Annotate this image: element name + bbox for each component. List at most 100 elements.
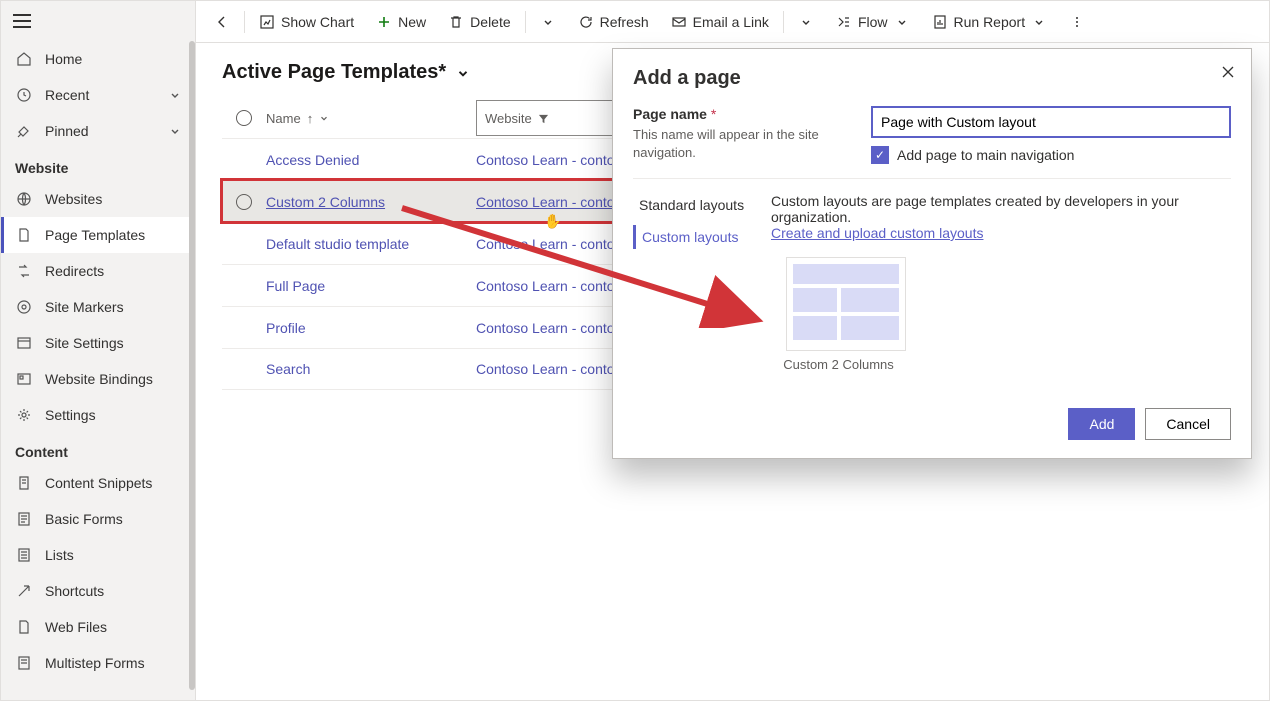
row-name-link[interactable]: Custom 2 Columns: [266, 194, 385, 210]
row-name-link[interactable]: Search: [266, 361, 310, 377]
page-name-input[interactable]: [871, 106, 1231, 138]
page-icon: [15, 226, 33, 244]
home-icon: [15, 50, 33, 68]
select-all-checkbox[interactable]: [236, 110, 252, 126]
refresh-icon: [578, 14, 594, 30]
show-chart-button[interactable]: Show Chart: [249, 6, 364, 38]
row-name-link[interactable]: Profile: [266, 320, 306, 336]
nav-shortcuts[interactable]: Shortcuts: [1, 573, 195, 609]
chevron-down-icon: [456, 66, 470, 80]
globe-icon: [15, 190, 33, 208]
overflow-button[interactable]: [1059, 6, 1095, 38]
close-button[interactable]: [1221, 65, 1235, 79]
email-split[interactable]: [788, 6, 824, 38]
delete-split[interactable]: [530, 6, 566, 38]
filter-icon: [538, 113, 549, 124]
nav-site-markers[interactable]: Site Markers: [1, 289, 195, 325]
column-header-name[interactable]: Name ↑: [266, 111, 476, 126]
add-nav-checkbox[interactable]: ✓: [871, 146, 889, 164]
nav-website-bindings-label: Website Bindings: [45, 371, 153, 387]
nav-website-bindings[interactable]: Website Bindings: [1, 361, 195, 397]
row-website-link[interactable]: Contoso Learn - conto…: [476, 320, 629, 336]
nav-recent[interactable]: Recent: [1, 77, 195, 113]
row-website-link[interactable]: Contoso Learn - conto…: [476, 361, 629, 377]
page-name-label: Page name: [633, 106, 707, 122]
row-website-link[interactable]: Contoso Learn - conto…: [476, 278, 629, 294]
page-name-help: This name will appear in the site naviga…: [633, 126, 853, 161]
add-button[interactable]: Add: [1068, 408, 1135, 440]
nav-content-snippets-label: Content Snippets: [45, 475, 152, 491]
nav-page-templates-label: Page Templates: [45, 227, 145, 243]
trash-icon: [448, 14, 464, 30]
row-website-link[interactable]: Contoso Learn - conto…: [476, 194, 629, 210]
nav-multistep-forms[interactable]: Multistep Forms: [1, 645, 195, 681]
refresh-button[interactable]: Refresh: [568, 6, 659, 38]
email-link-label: Email a Link: [693, 14, 769, 30]
form-icon: [15, 510, 33, 528]
separator: [525, 11, 526, 33]
nav-lists[interactable]: Lists: [1, 537, 195, 573]
email-link-button[interactable]: Email a Link: [661, 6, 779, 38]
new-button[interactable]: New: [366, 6, 436, 38]
sidebar-scrollbar[interactable]: [189, 41, 195, 690]
run-report-button[interactable]: Run Report: [922, 6, 1058, 38]
gear-icon: [15, 406, 33, 424]
row-website-link[interactable]: Contoso Learn - conto…: [476, 236, 629, 252]
row-name-link[interactable]: Access Denied: [266, 152, 359, 168]
hamburger-button[interactable]: [1, 1, 195, 41]
report-icon: [932, 14, 948, 30]
flow-icon: [836, 14, 852, 30]
refresh-label: Refresh: [600, 14, 649, 30]
nav-websites[interactable]: Websites: [1, 181, 195, 217]
row-name-link[interactable]: Full Page: [266, 278, 325, 294]
more-icon: [1069, 14, 1085, 30]
section-website: Website: [1, 149, 195, 181]
nav-websites-label: Websites: [45, 191, 102, 207]
show-chart-label: Show Chart: [281, 14, 354, 30]
add-nav-label: Add page to main navigation: [897, 147, 1074, 163]
nav-pinned[interactable]: Pinned: [1, 113, 195, 149]
nav-site-settings[interactable]: Site Settings: [1, 325, 195, 361]
row-website-link[interactable]: Contoso Learn - conto…: [476, 152, 629, 168]
column-name-label: Name: [266, 111, 301, 126]
chart-icon: [259, 14, 275, 30]
chevron-down-icon: [169, 89, 181, 101]
nav-site-markers-label: Site Markers: [45, 299, 124, 315]
nav-multistep-forms-label: Multistep Forms: [45, 655, 145, 671]
chevron-down-icon: [169, 125, 181, 137]
custom-layouts-description: Custom layouts are page templates create…: [771, 193, 1231, 225]
add-page-dialog: Add a page Page name * This name will ap…: [612, 48, 1252, 459]
new-label: New: [398, 14, 426, 30]
flow-button[interactable]: Flow: [826, 6, 920, 38]
nav-web-files-label: Web Files: [45, 619, 107, 635]
email-icon: [671, 14, 687, 30]
marker-icon: [15, 298, 33, 316]
nav-pinned-label: Pinned: [45, 123, 89, 139]
layout-card-custom-2-columns[interactable]: [786, 257, 906, 351]
create-upload-link[interactable]: Create and upload custom layouts: [771, 225, 983, 241]
redirect-icon: [15, 262, 33, 280]
delete-button[interactable]: Delete: [438, 6, 520, 38]
back-button[interactable]: [204, 6, 240, 38]
cancel-button[interactable]: Cancel: [1145, 408, 1231, 440]
nav-basic-forms[interactable]: Basic Forms: [1, 501, 195, 537]
pin-icon: [15, 122, 33, 140]
row-checkbox[interactable]: [236, 194, 252, 210]
column-website-label: Website: [485, 111, 532, 126]
tab-custom-layouts[interactable]: Custom layouts: [633, 225, 753, 249]
required-asterisk: *: [711, 106, 716, 122]
row-name-link[interactable]: Default studio template: [266, 236, 409, 252]
nav-page-templates[interactable]: Page Templates: [1, 217, 195, 253]
nav-content-snippets[interactable]: Content Snippets: [1, 465, 195, 501]
nav-web-files[interactable]: Web Files: [1, 609, 195, 645]
nav-settings[interactable]: Settings: [1, 397, 195, 433]
site-settings-icon: [15, 334, 33, 352]
nav-redirects[interactable]: Redirects: [1, 253, 195, 289]
run-report-label: Run Report: [954, 14, 1026, 30]
nav-home[interactable]: Home: [1, 41, 195, 77]
shortcut-icon: [15, 582, 33, 600]
nav-recent-label: Recent: [45, 87, 89, 103]
multistep-icon: [15, 654, 33, 672]
tab-standard-layouts[interactable]: Standard layouts: [633, 193, 753, 217]
layout-card-label: Custom 2 Columns: [771, 357, 906, 372]
